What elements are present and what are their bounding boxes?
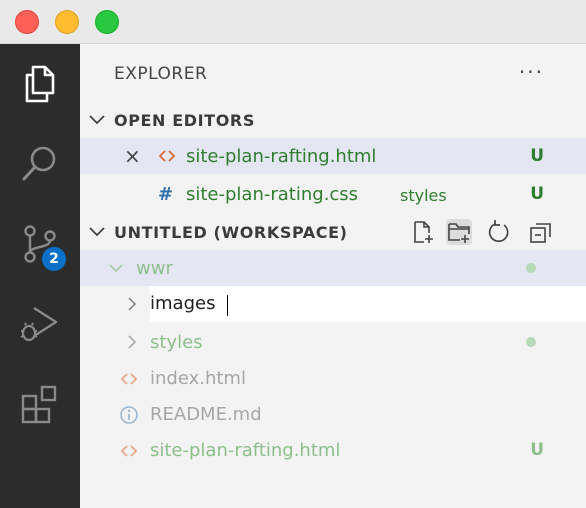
new-file-button[interactable] xyxy=(410,219,436,245)
workspace-label: UNTITLED (WORKSPACE) xyxy=(114,222,348,242)
search-icon xyxy=(22,146,56,181)
run-debug-icon xyxy=(20,306,58,342)
open-editor-description: styles xyxy=(400,186,447,205)
activity-search[interactable] xyxy=(0,124,80,204)
new-folder-icon xyxy=(448,223,470,243)
tree-item-file[interactable]: index.html xyxy=(80,360,586,396)
open-editors-label: OPEN EDITORS xyxy=(114,110,255,130)
collapse-all-button[interactable] xyxy=(528,219,554,245)
more-actions-button[interactable]: ··· xyxy=(519,60,544,84)
tree-item-root-folder[interactable]: wwr xyxy=(80,250,586,286)
extensions-icon xyxy=(21,385,57,424)
css-icon: # xyxy=(158,184,174,205)
chevron-right-icon xyxy=(128,297,137,311)
html-icon xyxy=(120,373,138,385)
explorer-title: EXPLORER xyxy=(114,64,208,84)
new-file-icon xyxy=(414,221,433,243)
refresh-icon xyxy=(488,220,509,243)
rename-input-value: images xyxy=(150,293,216,314)
tree-item-label: README.md xyxy=(150,404,262,425)
html-icon xyxy=(158,150,176,162)
maximize-window-button[interactable] xyxy=(95,10,119,34)
collapse-all-icon xyxy=(530,223,551,243)
html-icon xyxy=(120,445,138,457)
tree-item-folder[interactable]: styles xyxy=(80,324,586,360)
tree-item-label: index.html xyxy=(150,368,246,389)
minimize-window-button[interactable] xyxy=(55,10,79,34)
git-status-badge: U xyxy=(530,184,544,204)
git-modified-dot xyxy=(526,337,536,347)
new-folder-button[interactable] xyxy=(446,219,472,245)
git-modified-dot xyxy=(526,263,536,273)
activity-bar: 2 xyxy=(0,44,80,508)
chevron-down-icon xyxy=(109,264,123,273)
tree-item-file[interactable]: site-plan-rafting.html U xyxy=(80,432,586,468)
activity-extensions[interactable] xyxy=(0,364,80,444)
refresh-button[interactable] xyxy=(486,219,512,245)
rename-input[interactable]: images xyxy=(150,286,586,322)
tree-item-new-folder[interactable]: images xyxy=(80,286,586,322)
explorer-sidebar: EXPLORER ··· OPEN EDITORS × site-plan-ra… xyxy=(80,44,586,508)
chevron-down-icon xyxy=(89,227,105,237)
open-editor-filename: site-plan-rafting.html xyxy=(186,146,377,167)
info-icon xyxy=(120,406,138,424)
tree-item-file[interactable]: README.md xyxy=(80,396,586,432)
title-bar xyxy=(0,0,586,44)
open-editor-filename: site-plan-rating.css xyxy=(186,184,359,205)
tree-item-label: wwr xyxy=(136,258,173,279)
tree-item-label: styles xyxy=(150,332,203,353)
tree-item-label: site-plan-rafting.html xyxy=(150,440,341,461)
open-editors-header[interactable]: OPEN EDITORS xyxy=(80,102,586,138)
open-editor-item[interactable]: # site-plan-rating.css styles U xyxy=(80,176,586,212)
text-caret xyxy=(227,295,228,316)
git-status-badge: U xyxy=(530,146,544,166)
close-window-button[interactable] xyxy=(15,10,39,34)
files-icon xyxy=(25,65,55,103)
git-status-badge: U xyxy=(530,440,544,460)
open-editor-item[interactable]: × site-plan-rafting.html U xyxy=(80,138,586,174)
activity-run-debug[interactable] xyxy=(0,284,80,364)
activity-explorer[interactable] xyxy=(0,44,80,124)
close-editor-button[interactable]: × xyxy=(124,144,141,168)
activity-source-control[interactable]: 2 xyxy=(0,204,80,284)
chevron-down-icon xyxy=(89,115,105,125)
chevron-right-icon xyxy=(128,335,137,349)
source-control-badge: 2 xyxy=(42,247,66,271)
